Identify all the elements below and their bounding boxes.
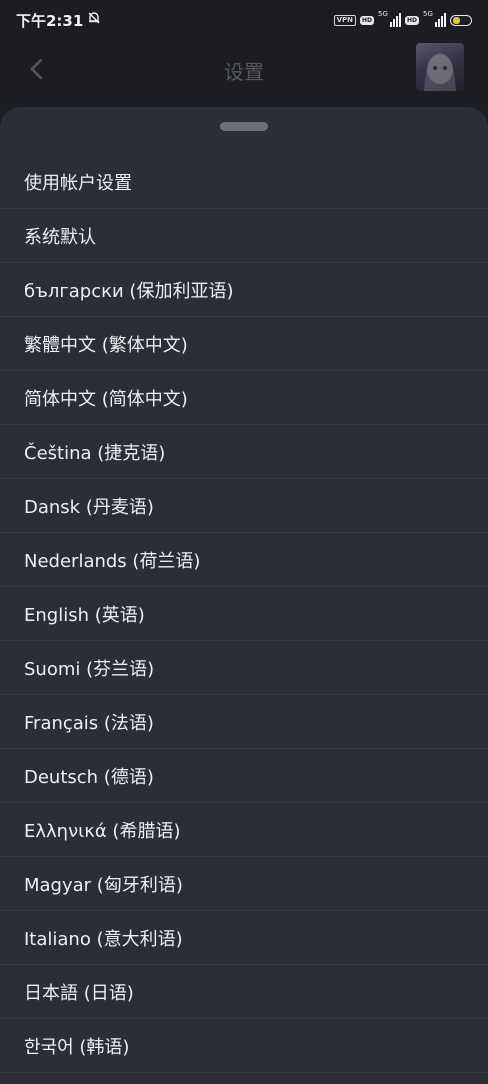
screen: 下午2:31 VPN HD 5G HD 5G 设置 使用帐户设置 系统默认 бъ… <box>0 0 488 1084</box>
language-option[interactable]: English (英语) <box>0 587 488 641</box>
language-option[interactable]: 日本語 (日语) <box>0 965 488 1019</box>
hd-icon: HD <box>359 15 374 25</box>
language-option[interactable]: 한국어 (韩语) <box>0 1019 488 1073</box>
language-option[interactable]: Italiano (意大利语) <box>0 911 488 965</box>
language-option[interactable]: 繁體中文 (繁体中文) <box>0 317 488 371</box>
page-title: 设置 <box>224 60 264 84</box>
status-left: 下午2:31 <box>16 10 101 31</box>
language-bottom-sheet: 使用帐户设置 系统默认 български (保加利亚语) 繁體中文 (繁体中文) 简体… <box>0 107 488 1084</box>
language-option[interactable]: български (保加利亚语) <box>0 263 488 317</box>
vpn-icon: VPN <box>333 14 356 26</box>
language-option[interactable]: Français (法语) <box>0 695 488 749</box>
status-bar: 下午2:31 VPN HD 5G HD 5G <box>0 0 488 40</box>
language-option[interactable]: Čeština (捷克语) <box>0 425 488 479</box>
mute-notification-icon <box>87 11 101 29</box>
avatar[interactable] <box>416 43 464 91</box>
sheet-drag-handle[interactable] <box>220 122 268 131</box>
status-time: 下午2:31 <box>16 11 84 30</box>
signal-icon-secondary: 5G <box>423 10 446 27</box>
language-option[interactable]: Deutsch (德语) <box>0 749 488 803</box>
status-right: VPN HD 5G HD 5G <box>333 10 472 27</box>
battery-icon <box>450 14 472 26</box>
language-option[interactable]: 系统默认 <box>0 209 488 263</box>
language-option[interactable]: Magyar (匈牙利语) <box>0 857 488 911</box>
language-option[interactable]: Nederlands (荷兰语) <box>0 533 488 587</box>
hd-icon-secondary: HD <box>404 15 419 25</box>
network-type-label-secondary: 5G <box>423 10 433 18</box>
signal-icon: 5G <box>377 10 401 27</box>
avatar-image <box>424 53 456 91</box>
language-list: 使用帐户设置 系统默认 български (保加利亚语) 繁體中文 (繁体中文) 简体… <box>0 155 488 1073</box>
language-option[interactable]: 使用帐户设置 <box>0 155 488 209</box>
battery-fill <box>453 16 460 24</box>
language-option[interactable]: Ελληνικά (希腊语) <box>0 803 488 857</box>
language-option[interactable]: Suomi (芬兰语) <box>0 641 488 695</box>
app-header: 设置 <box>0 40 488 100</box>
network-type-label: 5G <box>377 10 388 18</box>
language-option[interactable]: 简体中文 (简体中文) <box>0 371 488 425</box>
language-option[interactable]: Dansk (丹麦语) <box>0 479 488 533</box>
